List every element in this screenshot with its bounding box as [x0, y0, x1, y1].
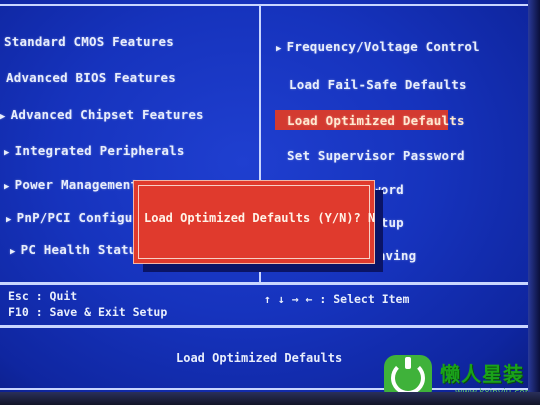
menu-item-label: PnP/PCI Configura [16, 210, 148, 225]
status-esc: Esc : Quit [8, 289, 78, 303]
menu-item-integrated-peripherals[interactable]: ▶ Integrated Peripherals [4, 143, 185, 158]
menu-item-label: Frequency/Voltage Control [286, 39, 480, 54]
menu-item-label: Power Management [14, 177, 139, 192]
menu-item-advanced-bios[interactable]: Advanced BIOS Features [6, 70, 176, 85]
submenu-arrow-icon: ▶ [0, 112, 6, 122]
watermark-text: 懒人星装 [440, 362, 524, 386]
menu-item-pnp-pci[interactable]: ▶ PnP/PCI Configura [6, 210, 148, 225]
monitor-bezel-bottom [0, 392, 540, 405]
menu-item-load-optimized[interactable]: Load Optimized Defaults [287, 113, 465, 128]
footer-help-text: Load Optimized Defaults [176, 351, 343, 365]
bios-screen: Standard CMOS Features Advanced BIOS Fea… [0, 0, 540, 405]
menu-item-power-management[interactable]: ▶ Power Management [4, 177, 138, 192]
dialog-prompt[interactable]: Load Optimized Defaults (Y/N)? N [144, 211, 375, 225]
menu-item-label: Advanced BIOS Features [6, 70, 176, 85]
submenu-arrow-icon: ▶ [276, 44, 282, 54]
status-navigation: ↑ ↓ → ← : Select Item [264, 292, 410, 306]
menu-item-load-fail-safe[interactable]: Load Fail-Safe Defaults [289, 77, 467, 92]
menu-item-label: Load Fail-Safe Defaults [289, 77, 467, 92]
submenu-arrow-icon: ▶ [10, 247, 16, 257]
menu-item-label: PC Health Status [20, 242, 145, 257]
menu-item-frequency-voltage[interactable]: ▶ Frequency/Voltage Control [276, 39, 480, 54]
submenu-arrow-icon: ▶ [6, 215, 12, 225]
menu-item-label: Load Optimized Defaults [287, 113, 465, 128]
submenu-arrow-icon: ▶ [4, 182, 10, 192]
menu-item-label: Set Supervisor Password [287, 148, 465, 163]
menu-item-advanced-chipset[interactable]: ▶ Advanced Chipset Features [0, 107, 204, 122]
confirm-dialog[interactable]: Load Optimized Defaults (Y/N)? N [133, 180, 375, 264]
status-f10: F10 : Save & Exit Setup [8, 305, 168, 319]
menu-item-label: Standard CMOS Features [4, 34, 174, 49]
menu-item-label: Integrated Peripherals [14, 143, 185, 158]
menu-item-standard-cmos[interactable]: Standard CMOS Features [4, 34, 174, 49]
monitor-bezel-right [528, 0, 540, 405]
submenu-arrow-icon: ▶ [4, 148, 10, 158]
power-ring-icon [391, 357, 425, 395]
menu-item-supervisor-password[interactable]: Set Supervisor Password [287, 148, 465, 163]
menu-item-pc-health[interactable]: ▶ PC Health Status [10, 242, 144, 257]
menu-item-label: Advanced Chipset Features [10, 107, 204, 122]
